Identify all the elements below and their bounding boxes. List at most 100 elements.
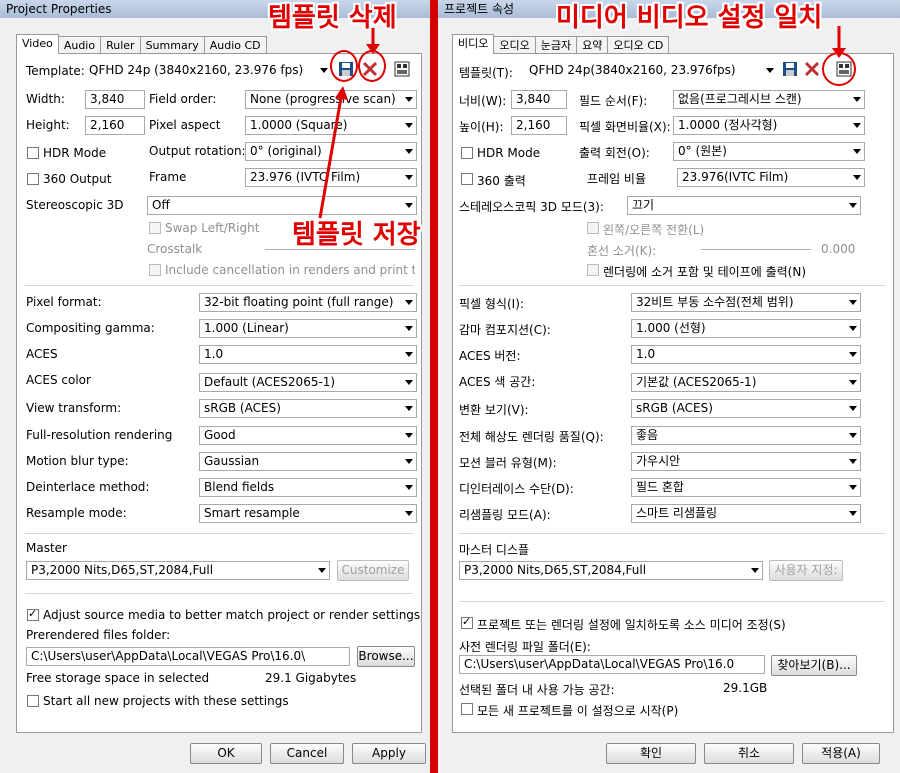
master-display-combo[interactable]: P3,2000 Nits,D65,ST,2084,Full xyxy=(459,561,763,580)
separator xyxy=(25,533,413,534)
height-label: Height: xyxy=(26,118,70,132)
view-transform-label: View transform: xyxy=(26,401,122,415)
stereoscopic-label: 스테레오스코픽 3D 모드(3): xyxy=(459,200,604,214)
start-all-new-projects-label: Start all new projects with these settin… xyxy=(43,694,289,708)
width-label: 너비(W): xyxy=(459,94,507,108)
cancel-button[interactable]: Cancel xyxy=(270,743,344,764)
compositing-gamma-combo[interactable]: 1.000 (선형) xyxy=(631,319,861,338)
compositing-gamma-label: 감마 컴포지션(C): xyxy=(459,323,551,337)
customize-button[interactable]: Customize xyxy=(337,560,409,581)
include-cancellation-label: 렌더링에 소거 포함 및 테이프에 출력(N) xyxy=(603,265,807,279)
swap-left-right-checkbox[interactable] xyxy=(587,222,599,234)
prerendered-folder-input[interactable]: C:\Users\user\AppData\Local\VEGAS Pro\16… xyxy=(26,647,350,666)
tab-audio[interactable]: 오디오 xyxy=(493,36,536,54)
resample-label: Resample mode: xyxy=(26,506,127,520)
height-input[interactable]: 2,160 xyxy=(511,116,567,135)
ok-button[interactable]: 확인 xyxy=(606,743,696,764)
deinterlace-combo[interactable]: 필드 혼합 xyxy=(631,478,861,497)
pixel-aspect-combo[interactable]: 1.0000 (Square) xyxy=(245,116,417,135)
tab-ruler[interactable]: Ruler xyxy=(100,36,141,54)
browse-button[interactable]: Browse... xyxy=(357,646,415,667)
motion-blur-combo[interactable]: Gaussian xyxy=(199,452,417,471)
start-all-new-projects-checkbox[interactable] xyxy=(461,703,473,715)
swap-left-right-checkbox[interactable] xyxy=(149,222,161,234)
crosstalk-label: Crosstalk xyxy=(147,242,203,256)
prerendered-folder-input[interactable]: C:\Users\user\AppData\Local\VEGAS Pro\16… xyxy=(459,655,765,674)
free-storage-label: 선택된 폴더 내 사용 가능 공간: xyxy=(459,683,615,697)
deinterlace-combo[interactable]: Blend fields xyxy=(199,478,417,497)
resample-combo[interactable]: 스마트 리샘플링 xyxy=(631,504,861,523)
include-cancellation-label: Include cancellation in renders and prin… xyxy=(165,263,415,277)
customize-button[interactable]: 사용자 지정: xyxy=(769,560,843,581)
hdr-mode-checkbox[interactable] xyxy=(27,147,39,159)
aces-combo[interactable]: 1.0 xyxy=(199,345,417,364)
field-order-combo[interactable]: 없음(프로그레시브 스캔) xyxy=(673,90,865,109)
motion-blur-combo[interactable]: 가우시안 xyxy=(631,452,861,471)
360-output-label: 360 출력 xyxy=(477,174,526,188)
free-storage-value: 29.1 Gigabytes xyxy=(265,671,357,685)
full-res-combo[interactable]: Good xyxy=(199,426,417,445)
view-transform-combo[interactable]: sRGB (ACES) xyxy=(199,399,417,418)
360-output-checkbox[interactable] xyxy=(27,173,39,185)
aces-combo[interactable]: 1.0 xyxy=(631,345,861,364)
separator xyxy=(25,593,413,594)
ok-button[interactable]: OK xyxy=(190,743,262,764)
match-media-settings-icon[interactable] xyxy=(393,60,411,78)
swap-left-right-label: Swap Left/Right xyxy=(165,221,260,235)
video-tab-page: Template: QFHD 24p (3840x2160, 23.976 fp… xyxy=(16,53,422,733)
field-order-combo[interactable]: None (progressive scan) xyxy=(245,90,417,109)
project-properties-dialog-korean: 프로젝트 속성 비디오 오디오 눈금자 요약 오디오 CD 템플릿(T): QF… xyxy=(432,0,900,773)
height-input[interactable]: 2,160 xyxy=(85,116,145,135)
prerendered-folder-label: 사전 렌더링 파일 폴더(E): xyxy=(459,640,591,654)
cancel-button[interactable]: 취소 xyxy=(704,743,794,764)
stereoscopic-combo[interactable]: 끄기 xyxy=(627,196,861,215)
separator xyxy=(459,533,885,534)
tab-ruler[interactable]: 눈금자 xyxy=(534,36,578,54)
output-rotation-combo[interactable]: 0° (원본) xyxy=(673,142,865,161)
width-input[interactable]: 3,840 xyxy=(85,90,145,109)
stereoscopic-combo[interactable]: Off xyxy=(147,196,417,215)
aces-color-combo[interactable]: Default (ACES2065-1) xyxy=(199,373,417,392)
template-combo[interactable]: QFHD 24p(3840x2160, 23.976fps) xyxy=(525,62,777,81)
hdr-mode-checkbox[interactable] xyxy=(461,147,473,159)
width-input[interactable]: 3,840 xyxy=(511,90,567,109)
tab-video[interactable]: 비디오 xyxy=(452,34,495,54)
delete-template-icon[interactable] xyxy=(803,60,821,78)
frame-rate-combo[interactable]: 23.976(IVTC Film) xyxy=(677,168,865,187)
pixel-format-combo[interactable]: 32-bit floating point (full range) xyxy=(199,293,417,312)
360-output-checkbox[interactable] xyxy=(461,173,473,185)
include-cancellation-checkbox[interactable] xyxy=(149,264,161,276)
output-rotation-combo[interactable]: 0° (original) xyxy=(245,142,417,161)
adjust-source-media-checkbox[interactable] xyxy=(27,607,39,621)
apply-button[interactable]: Apply xyxy=(352,743,426,764)
tab-bar: Video Audio Ruler Summary Audio CD xyxy=(16,34,267,54)
adjust-source-media-checkbox[interactable] xyxy=(461,615,473,629)
browse-button[interactable]: 찾아보기(B)... xyxy=(771,655,857,676)
free-storage-label: Free storage space in selected xyxy=(26,671,210,685)
match-media-highlight-ring xyxy=(822,52,856,86)
start-all-new-projects-checkbox[interactable] xyxy=(27,695,39,707)
include-cancellation-checkbox[interactable] xyxy=(587,264,599,276)
full-res-combo[interactable]: 좋음 xyxy=(631,426,861,445)
tab-audio[interactable]: Audio xyxy=(57,36,102,54)
tab-audio-cd[interactable]: Audio CD xyxy=(203,36,267,54)
compositing-gamma-combo[interactable]: 1.000 (Linear) xyxy=(199,319,417,338)
motion-blur-label: Motion blur type: xyxy=(26,454,129,468)
resample-combo[interactable]: Smart resample xyxy=(199,504,417,523)
frame-rate-combo[interactable]: 23.976 (IVTC Film) xyxy=(245,168,417,187)
template-combo[interactable]: QFHD 24p (3840x2160, 23.976 fps) xyxy=(85,62,331,81)
pixel-aspect-combo[interactable]: 1.0000 (정사각형) xyxy=(673,116,865,135)
tab-summary[interactable]: Summary xyxy=(139,36,205,54)
crosstalk-value: 0.000 xyxy=(821,242,856,256)
aces-color-combo[interactable]: 기본값 (ACES2065-1) xyxy=(631,373,861,392)
crosstalk-slider[interactable] xyxy=(701,249,811,250)
pixel-format-combo[interactable]: 32비트 부동 소수점(전체 범위) xyxy=(631,293,861,312)
master-display-combo[interactable]: P3,2000 Nits,D65,ST,2084,Full xyxy=(26,561,330,580)
view-transform-combo[interactable]: sRGB (ACES) xyxy=(631,399,861,418)
tab-summary[interactable]: 요약 xyxy=(576,36,609,54)
save-template-icon[interactable] xyxy=(781,60,799,78)
tab-video[interactable]: Video xyxy=(16,34,59,54)
tab-audio-cd[interactable]: 오디오 CD xyxy=(607,36,670,54)
start-all-new-projects-label: 모든 새 프로젝트를 이 설정으로 시작(P) xyxy=(477,704,679,718)
apply-button[interactable]: 적용(A) xyxy=(802,743,880,764)
